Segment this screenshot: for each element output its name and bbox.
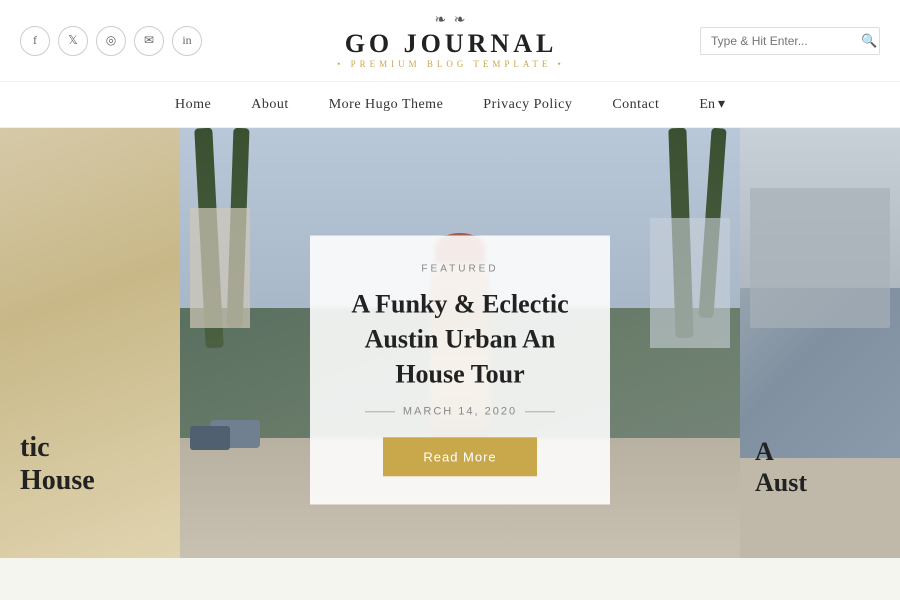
featured-card-overlay: FEATURED A Funky & Eclectic Austin Urban… — [310, 235, 610, 504]
logo: ❧ ❧ GO JOURNAL • PREMIUM BLOG TEMPLATE • — [202, 12, 700, 69]
logo-title[interactable]: GO JOURNAL — [202, 29, 700, 59]
email-icon[interactable]: ✉ — [134, 26, 164, 56]
facebook-icon[interactable]: f — [20, 26, 50, 56]
nav-item-about[interactable]: About — [251, 97, 289, 113]
card-center: FEATURED A Funky & Eclectic Austin Urban… — [180, 128, 740, 558]
search-input[interactable] — [711, 34, 861, 48]
card-right: A Aust — [740, 128, 900, 558]
featured-label: FEATURED — [346, 263, 574, 274]
card-left-title: tic House — [20, 431, 180, 498]
card-right-title: A Aust — [755, 436, 900, 498]
nav-item-contact[interactable]: Contact — [612, 97, 659, 113]
language-selector[interactable]: En ▾ — [699, 96, 725, 113]
twitter-icon[interactable]: 𝕏 — [58, 26, 88, 56]
featured-date: MARCH 14, 2020 — [346, 406, 574, 418]
nav-item-home[interactable]: Home — [175, 97, 211, 113]
main-nav: Home About More Hugo Theme Privacy Polic… — [0, 82, 900, 128]
nav-item-more-hugo[interactable]: More Hugo Theme — [329, 97, 444, 113]
nav-item-privacy[interactable]: Privacy Policy — [483, 97, 572, 113]
site-header: f 𝕏 ◎ ✉ in ❧ ❧ GO JOURNAL • PREMIUM BLOG… — [0, 0, 900, 82]
chevron-down-icon: ▾ — [718, 96, 725, 113]
linkedin-icon[interactable]: in — [172, 26, 202, 56]
logo-leaf-decoration: ❧ ❧ — [202, 12, 700, 29]
instagram-icon[interactable]: ◎ — [96, 26, 126, 56]
lang-label: En — [699, 97, 715, 113]
featured-area: tic House — [0, 128, 900, 558]
search-bar[interactable]: 🔍 — [700, 27, 880, 55]
featured-title: A Funky & Eclectic Austin Urban An House… — [346, 286, 574, 391]
read-more-button[interactable]: Read More — [383, 438, 536, 477]
search-icon[interactable]: 🔍 — [861, 33, 877, 49]
card-left-content: tic House — [20, 431, 180, 498]
card-right-content: A Aust — [755, 436, 900, 498]
card-left: tic House — [0, 128, 180, 558]
social-icons-group: f 𝕏 ◎ ✉ in — [20, 26, 202, 56]
logo-subtitle: • PREMIUM BLOG TEMPLATE • — [202, 59, 700, 69]
